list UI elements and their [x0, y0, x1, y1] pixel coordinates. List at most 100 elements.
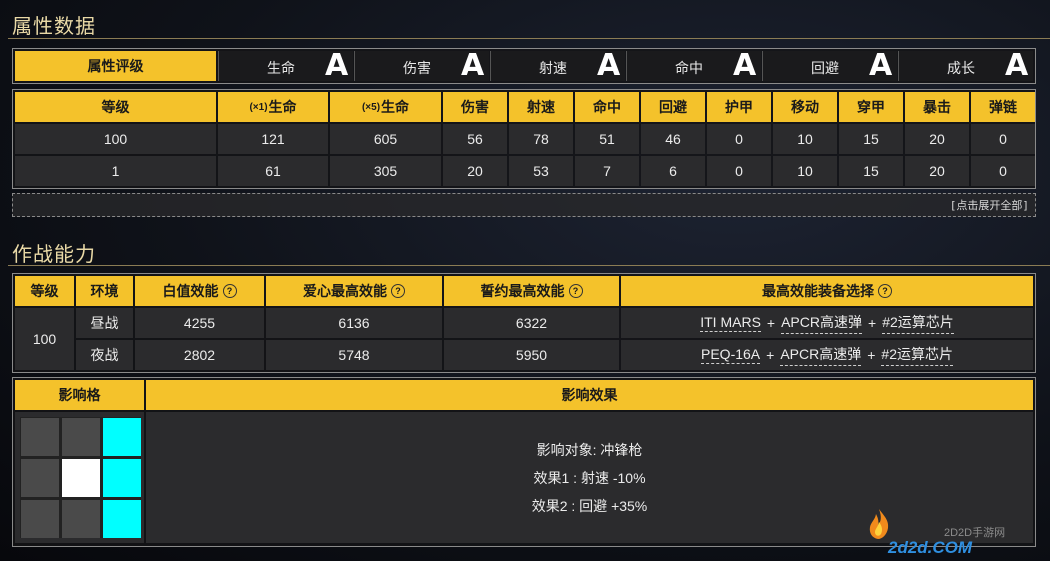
stat-cell: 56: [443, 124, 507, 154]
influence-target: 影响对象: 冲锋枪: [536, 441, 643, 458]
section-title-combat: 作战能力: [12, 242, 96, 266]
stat-cell: 61: [218, 156, 328, 186]
combat-level: 100: [15, 308, 74, 370]
combat-love: 6136: [266, 308, 442, 338]
combat-header-love-label: 爱心最高效能: [303, 283, 387, 299]
combat-love: 5748: [266, 340, 442, 370]
stat-header: 等级: [15, 92, 216, 122]
equip-link[interactable]: #2运算芯片: [881, 344, 953, 366]
rating-grade: A: [461, 48, 485, 83]
stat-header: 弹链: [971, 92, 1035, 122]
section-divider: [8, 265, 1050, 266]
stat-header-label: 回避: [659, 99, 687, 115]
combat-header-env: 环境: [76, 276, 133, 306]
influence-grid-header: 影响格: [15, 380, 144, 410]
stat-cell: 20: [905, 156, 969, 186]
section-divider: [8, 38, 1050, 39]
grid-square-cyan: [103, 500, 141, 538]
equip-link[interactable]: #2运算芯片: [882, 312, 954, 334]
stat-cell: 20: [905, 124, 969, 154]
stat-cell: 10: [773, 156, 837, 186]
help-icon[interactable]: ?: [568, 284, 583, 298]
stat-header: 暴击: [905, 92, 969, 122]
rating-label: 射速: [539, 60, 567, 76]
expand-bar[interactable]: [点击展开全部]: [12, 193, 1036, 217]
combat-header-equip: 最高效能装备选择?: [621, 276, 1033, 306]
grid-square-gray: [21, 459, 59, 497]
stat-cell: 0: [971, 156, 1035, 186]
stat-cell: 1: [15, 156, 216, 186]
influence-grid-cell: [15, 412, 144, 543]
combat-header-love: 爱心最高效能?: [266, 276, 442, 306]
stat-cell: 0: [707, 156, 771, 186]
grid-square-gray: [21, 500, 59, 538]
grid-square-gray: [62, 418, 100, 456]
stat-header: (×5) 生命: [330, 92, 441, 122]
rating-item: 生命 A: [218, 48, 353, 83]
combat-table: 等级 环境 白值效能? 爱心最高效能? 誓约最高效能? 最高效能装备选择? 10…: [12, 273, 1036, 373]
stat-header-label: 伤害: [461, 99, 489, 115]
stat-header-label: 等级: [101, 99, 130, 115]
rating-label: 伤害: [403, 60, 431, 76]
stat-cell: 15: [839, 124, 903, 154]
stat-header-label: 穿甲: [857, 99, 885, 115]
stat-cell: 51: [575, 124, 639, 154]
grid-square-cyan: [103, 459, 141, 497]
flame-logo-icon: [866, 508, 892, 539]
combat-header-base-label: 白值效能: [162, 283, 219, 299]
rating-item: 命中 A: [626, 48, 761, 83]
rating-label: 生命: [267, 60, 295, 76]
combat-header-oath: 誓约最高效能?: [444, 276, 619, 306]
combat-header-base: 白值效能?: [135, 276, 264, 306]
combat-env: 夜战: [76, 340, 133, 370]
stat-cell: 7: [575, 156, 639, 186]
stat-header: 穿甲: [839, 92, 903, 122]
help-icon[interactable]: ?: [391, 284, 405, 298]
stat-header: 护甲: [707, 92, 771, 122]
stat-header: 移动: [773, 92, 837, 122]
stat-header-label: 护甲: [725, 99, 753, 115]
stat-header-label: 移动: [791, 99, 819, 115]
stat-header: 伤害: [443, 92, 507, 122]
grid-square-white: [62, 459, 100, 497]
rating-grade: A: [597, 48, 621, 83]
rating-header: 属性评级: [15, 51, 216, 81]
expand-all-link[interactable]: [点击展开全部]: [950, 197, 1029, 213]
rating-item: 成长 A: [898, 48, 1033, 83]
stat-header-multiplier: (×5): [361, 101, 381, 113]
equip-link[interactable]: PEQ-16A: [701, 346, 761, 364]
equip-plus: +: [867, 347, 876, 363]
stat-cell: 46: [641, 124, 705, 154]
influence-effect-2: 效果2 : 回避 +35%: [531, 497, 648, 514]
rating-bar: 属性评级 生命 A 伤害 A 射速 A 命中 A 回避 A 成长 A: [12, 48, 1036, 84]
combat-header-oath-label: 誓约最高效能: [480, 283, 565, 299]
equip-link[interactable]: APCR高速弹: [780, 344, 862, 366]
rating-label: 回避: [811, 60, 839, 76]
help-icon[interactable]: ?: [878, 284, 892, 298]
equip-link[interactable]: ITI MARS: [700, 314, 761, 332]
stat-header-label: 射速: [527, 99, 555, 115]
equip-plus: +: [766, 315, 776, 331]
help-icon[interactable]: ?: [222, 284, 237, 298]
combat-equip: ITI MARS + APCR高速弹 + #2运算芯片: [621, 308, 1033, 338]
rating-item: 射速 A: [490, 48, 625, 83]
stat-cell: 10: [773, 124, 837, 154]
stat-header-label: 生命: [268, 99, 297, 115]
stat-cell: 121: [218, 124, 328, 154]
stat-cell: 0: [707, 124, 771, 154]
stat-header-label: 暴击: [923, 99, 951, 115]
influence-grid: [20, 417, 141, 538]
stat-header: 命中: [575, 92, 639, 122]
stat-header-label: 生命: [381, 99, 410, 115]
stat-cell: 605: [330, 124, 441, 154]
rating-grade: A: [733, 48, 757, 83]
rating-item: 回避 A: [762, 48, 897, 83]
equip-link[interactable]: APCR高速弹: [781, 312, 862, 334]
stat-cell: 6: [641, 156, 705, 186]
combat-oath: 6322: [444, 308, 619, 338]
stat-header-multiplier: (×1): [249, 101, 268, 113]
stat-cell: 100: [15, 124, 216, 154]
grid-square-gray: [62, 500, 100, 538]
stat-header-label: 命中: [593, 99, 621, 115]
rating-grade: A: [869, 48, 893, 83]
